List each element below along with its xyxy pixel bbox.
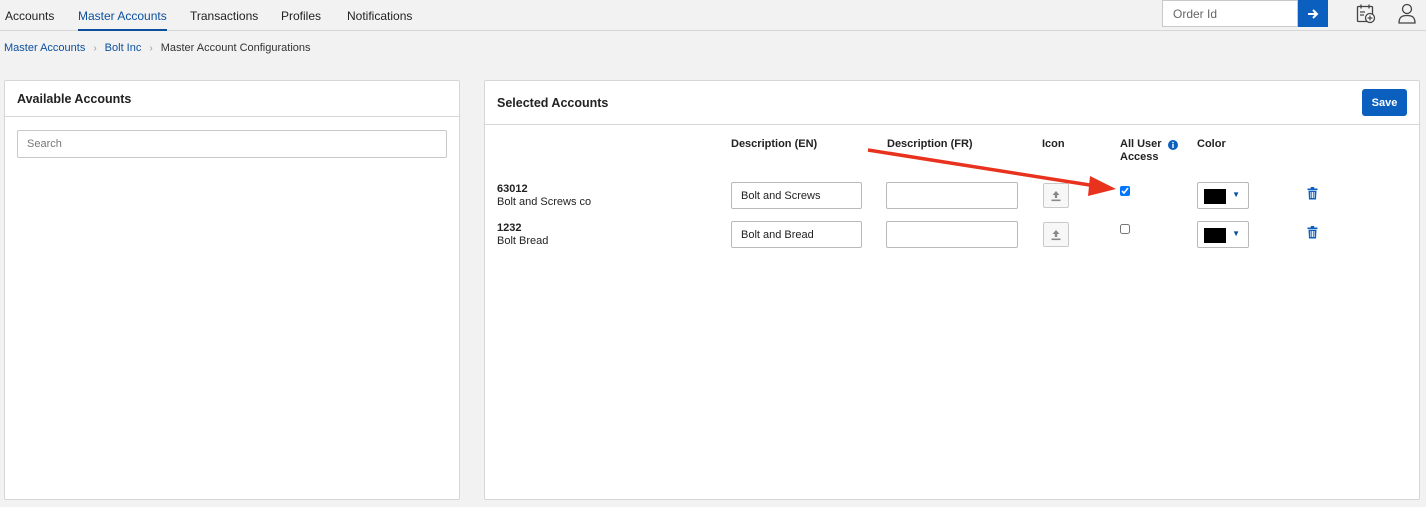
caret-down-icon: ▼ [1232, 190, 1240, 199]
calendar-add-icon[interactable] [1356, 3, 1376, 28]
upload-icon-button[interactable] [1043, 183, 1069, 208]
available-accounts-panel: Available Accounts [4, 80, 460, 500]
upload-icon-button[interactable] [1043, 222, 1069, 247]
tab-transactions[interactable]: Transactions [190, 9, 258, 23]
column-header-icon: Icon [1042, 138, 1065, 150]
color-select[interactable]: ▼ [1197, 182, 1249, 209]
search-input[interactable] [17, 130, 447, 158]
breadcrumb-master-accounts[interactable]: Master Accounts [4, 42, 85, 54]
all-user-access-line-1: All User [1120, 138, 1162, 150]
color-select[interactable]: ▼ [1197, 221, 1249, 248]
description-en-input[interactable] [731, 182, 862, 209]
column-header-desc-fr: Description (FR) [887, 138, 973, 150]
available-accounts-header: Available Accounts [5, 81, 459, 117]
save-button[interactable]: Save [1362, 89, 1407, 116]
breadcrumb: Master Accounts › Bolt Inc › Master Acco… [4, 42, 311, 54]
description-fr-input[interactable] [886, 182, 1018, 209]
tab-notifications[interactable]: Notifications [347, 9, 412, 23]
tab-master-accounts[interactable]: Master Accounts [78, 9, 167, 31]
all-user-access-checkbox[interactable] [1120, 186, 1130, 196]
caret-down-icon: ▼ [1232, 229, 1240, 238]
account-name: Bolt and Screws co [497, 196, 592, 208]
selected-accounts-title: Selected Accounts [497, 96, 609, 110]
tab-profiles[interactable]: Profiles [281, 9, 321, 23]
info-icon[interactable] [1168, 139, 1178, 153]
account-name: Bolt Bread [497, 235, 549, 247]
selected-accounts-panel: Selected Accounts Save Description (EN) … [484, 80, 1420, 500]
all-user-access-line-2: Access [1120, 151, 1159, 163]
color-swatch [1204, 189, 1226, 204]
top-nav-bar: Accounts Master Accounts Transactions Pr… [0, 0, 1426, 31]
color-swatch [1204, 228, 1226, 243]
chevron-right-icon: › [93, 42, 97, 54]
column-header-desc-en: Description (EN) [731, 138, 818, 150]
breadcrumb-current: Master Account Configurations [160, 42, 311, 54]
selected-accounts-header: Selected Accounts Save [485, 81, 1419, 125]
upload-icon [1051, 229, 1061, 240]
chevron-right-icon: › [149, 42, 153, 54]
column-header-all-user-access: All User Access [1120, 138, 1162, 164]
available-accounts-title: Available Accounts [17, 92, 132, 106]
account-number: 1232 [497, 222, 522, 234]
upload-icon [1051, 190, 1061, 201]
trash-icon[interactable] [1307, 187, 1318, 203]
trash-icon[interactable] [1307, 226, 1318, 242]
account-number: 63012 [497, 183, 528, 195]
column-header-color: Color [1197, 138, 1226, 150]
breadcrumb-bolt-inc[interactable]: Bolt Inc [105, 42, 142, 54]
arrow-right-icon [1308, 8, 1319, 19]
user-profile-icon[interactable] [1397, 3, 1417, 28]
order-go-button[interactable] [1298, 0, 1328, 27]
order-id-input[interactable] [1162, 0, 1298, 27]
description-en-input[interactable] [731, 221, 862, 248]
all-user-access-checkbox[interactable] [1120, 224, 1130, 234]
description-fr-input[interactable] [886, 221, 1018, 248]
tab-accounts[interactable]: Accounts [5, 9, 54, 23]
